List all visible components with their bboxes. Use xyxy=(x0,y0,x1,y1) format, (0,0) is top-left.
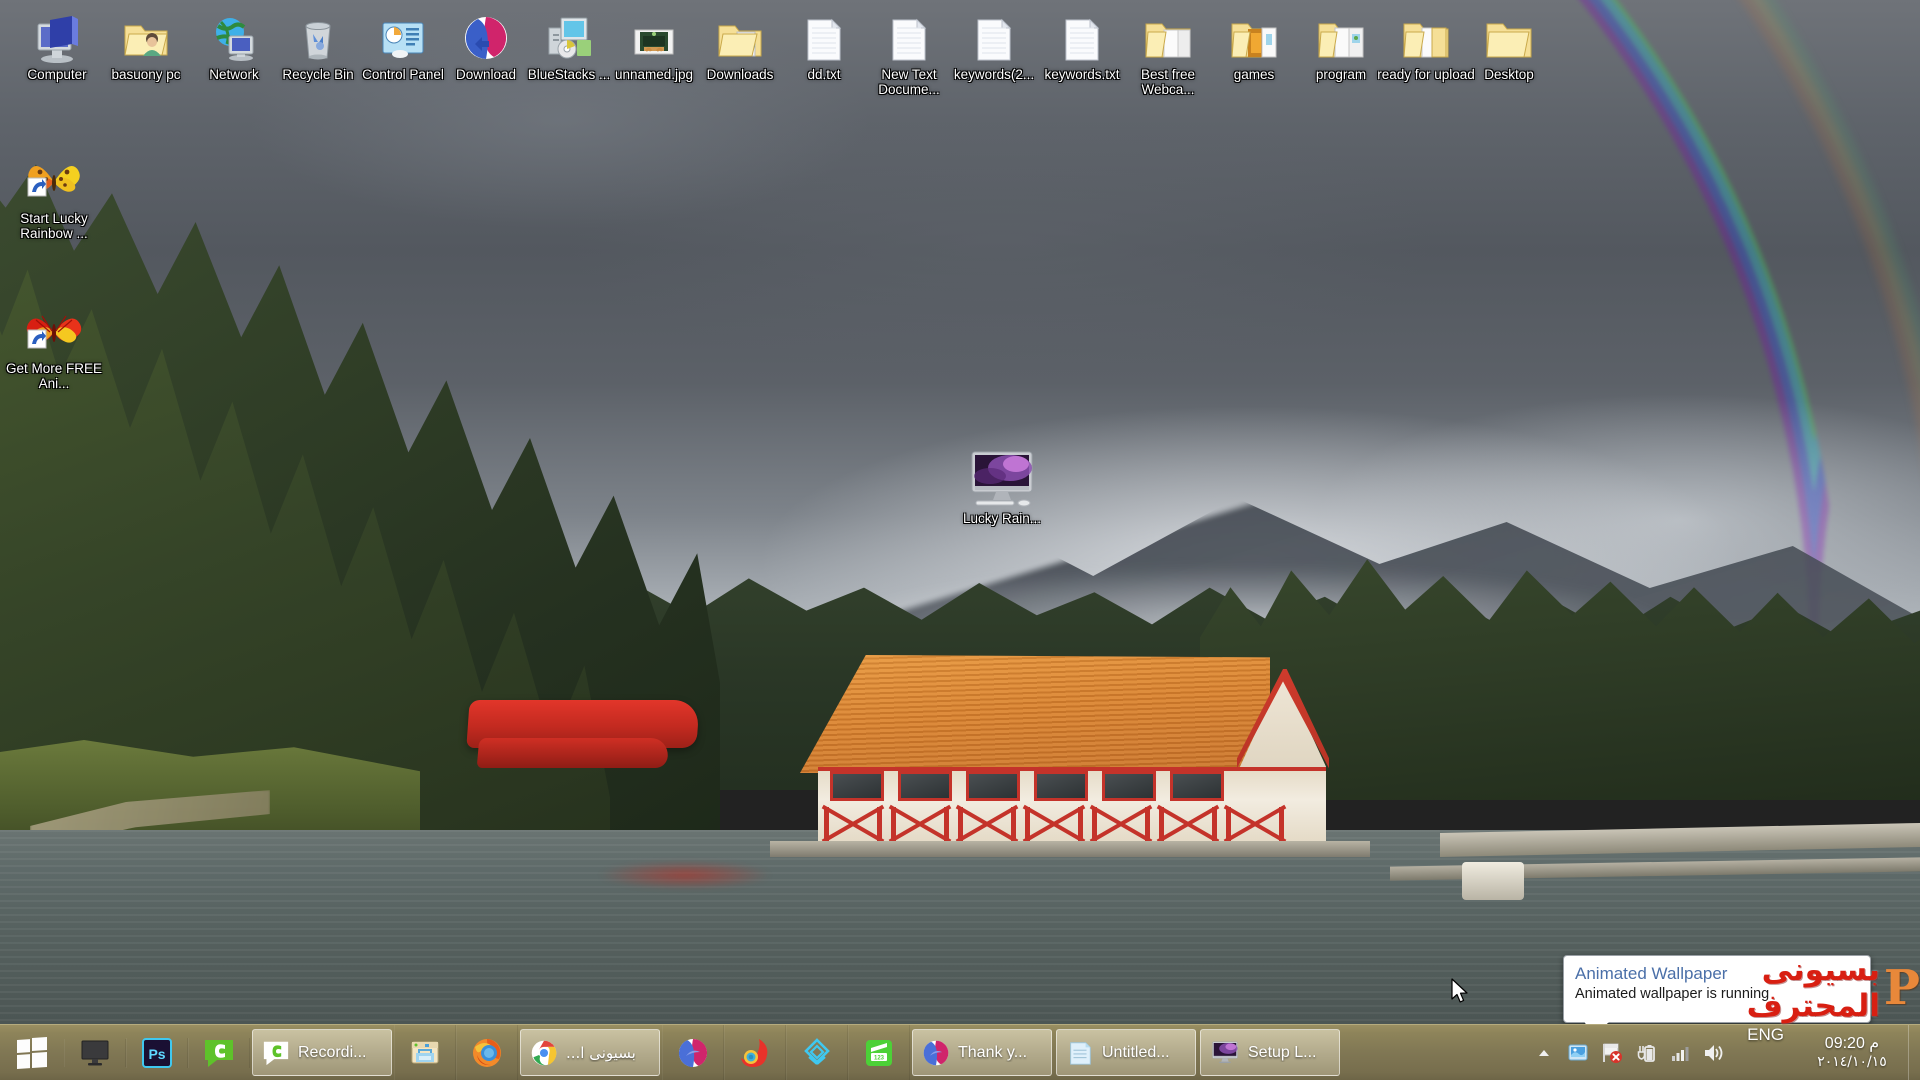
taskbar-file-explorer[interactable] xyxy=(394,1025,456,1080)
taskbar-show-desktop-monitor[interactable] xyxy=(64,1038,126,1067)
wallpaper-canoe-reflection xyxy=(560,852,810,898)
tray-power-battery-icon[interactable] xyxy=(1631,1033,1661,1073)
desktop-background[interactable]: Computer basuony pc Network Recycle Bin … xyxy=(0,0,1920,1080)
uc-browser-icon xyxy=(741,1038,768,1067)
wallpaper-boathouse xyxy=(770,655,1370,865)
wallpaper-buoy xyxy=(1462,862,1524,900)
chrome-icon xyxy=(531,1040,557,1065)
taskbar-camtasia[interactable] xyxy=(188,1037,250,1068)
taskbar-maxthon[interactable] xyxy=(662,1025,724,1080)
firefox-icon xyxy=(473,1038,501,1067)
taskbar-uc-browser[interactable] xyxy=(724,1025,786,1080)
clock[interactable]: 09:20 م ٢٠١٤/١٠/١٥ xyxy=(1796,1025,1908,1080)
desktop-icon-get-more-free-animations[interactable]: Get More FREE Ani... xyxy=(0,300,108,391)
taskbar[interactable]: Ps Recordi... بسيونى ا... 123 Thank y...… xyxy=(0,1024,1920,1080)
monitor-icon xyxy=(81,1040,109,1065)
tray-volume-speaker-icon[interactable] xyxy=(1699,1033,1729,1073)
photoshop-icon: Ps xyxy=(142,1037,172,1068)
imac-monitor-icon xyxy=(948,450,1056,508)
camtasia-icon xyxy=(263,1041,289,1065)
desktop-icon-desktop[interactable]: Desktop xyxy=(1455,6,1563,82)
quick-launch-bar[interactable]: Ps xyxy=(64,1025,250,1080)
notepad-icon xyxy=(1070,1041,1091,1065)
maxthon-icon xyxy=(923,1040,949,1065)
butterfly-shortcut-icon xyxy=(0,150,108,208)
taskbar-diamond-app[interactable] xyxy=(786,1025,848,1080)
taskbar-green-calculator[interactable]: 123 xyxy=(848,1025,910,1080)
imac-monitor-icon xyxy=(1212,1041,1238,1063)
desktop-icon-start-lucky-rainbow[interactable]: Start Lucky Rainbow ... xyxy=(0,150,108,241)
taskbar-photoshop[interactable]: Ps xyxy=(126,1037,188,1068)
folder-icon xyxy=(1455,6,1563,64)
start-button[interactable] xyxy=(0,1025,64,1080)
notification-balloon[interactable]: Animated Wallpaper Animated wallpaper is… xyxy=(1563,955,1871,1023)
taskbar-window-label: Thank y... xyxy=(958,1043,1028,1061)
explorer-icon xyxy=(411,1041,439,1063)
camtasia-icon xyxy=(205,1039,233,1067)
svg-text:Ps: Ps xyxy=(148,1046,165,1062)
show-desktop-button[interactable] xyxy=(1908,1025,1920,1080)
taskbar-window-list[interactable]: Recordi... بسيونى ا... 123 Thank y... Un… xyxy=(250,1025,1519,1080)
green-calculator-icon: 123 xyxy=(866,1039,892,1066)
tray-action-center-flag-icon[interactable] xyxy=(1597,1033,1627,1073)
system-tray[interactable] xyxy=(1519,1025,1735,1080)
desktop-icon-label: Get More FREE Ani... xyxy=(5,361,103,391)
taskbar-window-chrome-basuony[interactable]: بسيونى ا... xyxy=(520,1029,660,1076)
notification-body: Animated wallpaper is running xyxy=(1575,986,1770,1002)
tray-animated-wallpaper-icon[interactable] xyxy=(1563,1033,1593,1073)
tray-overflow-chevron-up-icon[interactable] xyxy=(1529,1033,1559,1073)
windows-logo-icon xyxy=(17,1036,47,1069)
taskbar-window-label: Untitled... xyxy=(1102,1043,1170,1061)
desktop-icon-label: Start Lucky Rainbow ... xyxy=(20,211,88,241)
taskbar-window-label: Recordi... xyxy=(298,1043,367,1061)
desktop-icon-label: Lucky Rain... xyxy=(962,511,1042,526)
desktop-icon-lucky-rainbow-app[interactable]: Lucky Rain... xyxy=(948,450,1056,526)
taskbar-window-recording[interactable]: Recordi... xyxy=(252,1029,392,1076)
diamond-app-icon xyxy=(804,1037,830,1065)
notification-title: Animated Wallpaper xyxy=(1575,964,1728,983)
taskbar-firefox[interactable] xyxy=(456,1025,518,1080)
mouse-cursor xyxy=(1451,978,1471,1006)
taskbar-window-thank-you[interactable]: Thank y... xyxy=(912,1029,1052,1076)
language-indicator[interactable]: ENG xyxy=(1735,1025,1796,1080)
clock-date: ٢٠١٤/١٠/١٥ xyxy=(1817,1054,1887,1070)
taskbar-window-label: بسيونى ا... xyxy=(566,1043,636,1062)
wallpaper-red-canoes-lower xyxy=(476,738,670,768)
desktop-icon-label: Desktop xyxy=(1484,67,1534,82)
taskbar-window-setup-lucky[interactable]: Setup L... xyxy=(1200,1029,1340,1076)
taskbar-window-label: Setup L... xyxy=(1248,1043,1317,1061)
clock-time: 09:20 م xyxy=(1824,1035,1880,1052)
taskbar-window-untitled-notepad[interactable]: Untitled... xyxy=(1056,1029,1196,1076)
svg-text:123: 123 xyxy=(874,1055,885,1061)
tray-network-signal-icon[interactable] xyxy=(1665,1033,1695,1073)
maxthon-icon xyxy=(678,1038,708,1067)
butterfly-shortcut-icon xyxy=(0,300,108,358)
